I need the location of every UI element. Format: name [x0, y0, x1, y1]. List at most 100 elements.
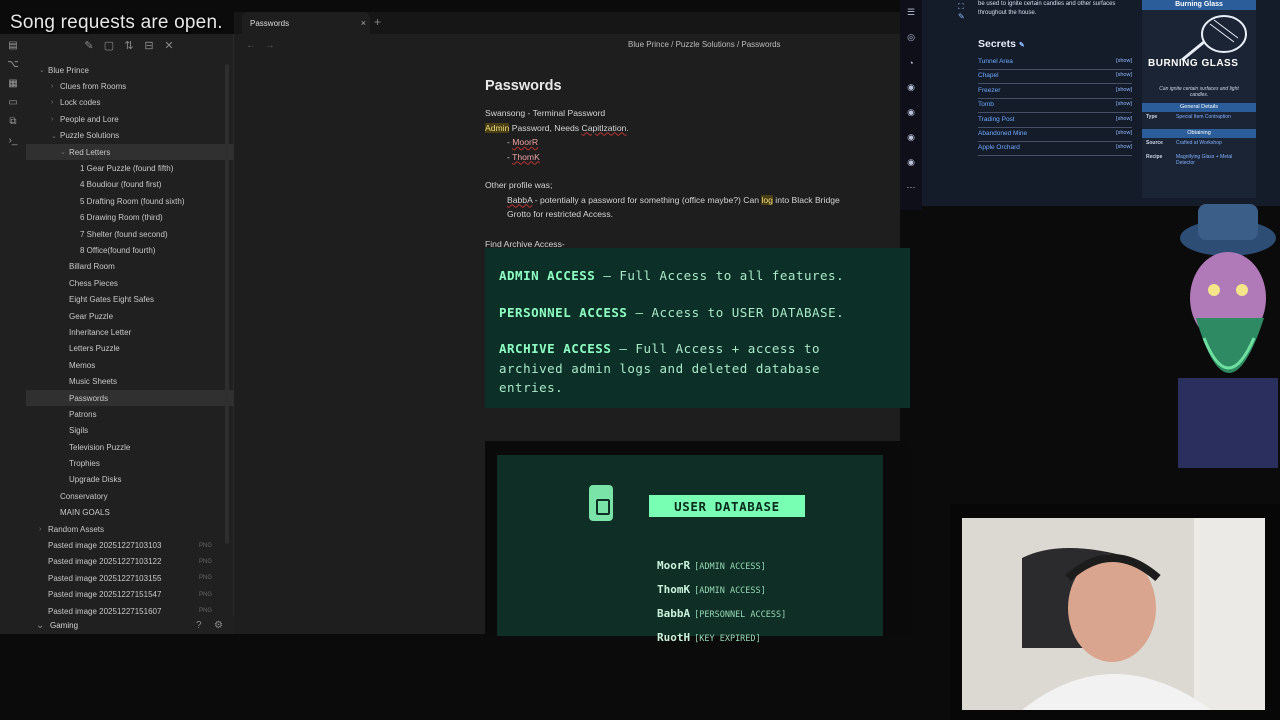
row-value[interactable]: Special Item Contraption — [1176, 114, 1252, 120]
wiki-icon-3[interactable]: ◉ — [900, 125, 922, 150]
explore-icon[interactable]: ◎ — [900, 25, 922, 50]
show-toggle[interactable]: [show] — [1116, 58, 1132, 64]
tree-item[interactable]: 5 Drafting Room (found sixth) — [26, 193, 234, 209]
back-arrow-icon[interactable]: ← — [246, 40, 256, 51]
secret-link[interactable]: Tunnel Area [show] — [978, 58, 1132, 70]
file-type-badge: PNG — [198, 558, 212, 565]
forward-arrow-icon[interactable]: → — [265, 40, 275, 51]
tree-item[interactable]: 8 Office(found fourth) — [26, 242, 234, 258]
tab-passwords[interactable]: Passwords × — [242, 12, 370, 34]
recent-icon[interactable]: ◔ — [900, 50, 922, 75]
row-value[interactable]: Magnifying Glass + Metal Detector — [1176, 154, 1252, 166]
tree-item[interactable]: Pasted image 20251227103155 PNG — [26, 570, 234, 586]
user-access: [PERSONNEL ACCESS] — [694, 610, 787, 620]
wiki-icon-1[interactable]: ◉ — [900, 75, 922, 100]
tree-item[interactable]: Pasted image 20251227151547 PNG — [26, 587, 234, 603]
chevron-down-icon[interactable]: ⌄ — [39, 66, 45, 74]
text-span: - potentially a password for something (… — [532, 194, 762, 205]
tree-item[interactable]: ⌄ Blue Prince — [26, 62, 234, 78]
close-tab-icon[interactable]: × — [361, 18, 366, 28]
tree-item[interactable]: Patrons — [26, 406, 234, 422]
tree-item[interactable]: Gear Puzzle — [26, 308, 234, 324]
tree-item[interactable]: › Clues from Rooms — [26, 78, 234, 94]
chevron-right-icon[interactable]: › — [39, 526, 41, 533]
show-toggle[interactable]: [show] — [1116, 72, 1132, 78]
chevron-right-icon[interactable]: › — [51, 83, 53, 90]
tree-item[interactable]: Eight Gates Eight Safes — [26, 291, 234, 307]
chevron-down-icon[interactable]: ⌄ — [60, 148, 66, 156]
tree-item[interactable]: Pasted image 20251227103103 PNG — [26, 537, 234, 553]
note-line: BabbA - potentially a password for somet… — [485, 193, 911, 208]
infobox-caption: Can ignite certain surfaces and light ca… — [1159, 86, 1239, 98]
help-icon[interactable]: ? — [196, 620, 202, 631]
terminal-icon[interactable]: ›_ — [0, 131, 26, 150]
edit-link-icon[interactable]: ✎ — [1019, 42, 1025, 49]
wiki-tool-icons[interactable]: ⛶ ✎ — [958, 2, 965, 21]
tree-item[interactable]: Conservatory — [26, 488, 234, 504]
more-icon[interactable]: ⋯ — [900, 175, 922, 200]
tree-item[interactable]: › People and Lore — [26, 111, 234, 127]
secret-link[interactable]: Abandoned Mine [show] — [978, 130, 1132, 142]
close-icon[interactable]: ✕ — [162, 38, 176, 52]
tree-item[interactable]: 4 Boudiour (found first) — [26, 177, 234, 193]
tree-item[interactable]: Chess Pieces — [26, 275, 234, 291]
collapse-all-icon[interactable]: ⊟ — [142, 38, 156, 52]
secret-label: Tomb — [978, 101, 994, 109]
tree-item[interactable]: Inheritance Letter — [26, 324, 234, 340]
show-toggle[interactable]: [show] — [1116, 144, 1132, 150]
secret-link[interactable]: Apple Orchard [show] — [978, 144, 1132, 157]
tree-item-label: Eight Gates Eight Safes — [69, 295, 154, 305]
tree-item[interactable]: Passwords — [26, 389, 234, 407]
wiki-icon-4[interactable]: ◉ — [900, 150, 922, 175]
sort-icon[interactable]: ⇅ — [122, 38, 136, 52]
canvas-icon[interactable]: ▦ — [0, 74, 26, 93]
chevron-right-icon[interactable]: › — [51, 116, 53, 123]
tab-label: Passwords — [250, 18, 290, 28]
secret-link[interactable]: Chapel [show] — [978, 72, 1132, 85]
note-content[interactable]: Passwords Swansong - Terminal Password A… — [485, 74, 911, 251]
tree-item[interactable]: MAIN GOALS — [26, 505, 234, 521]
tree-item[interactable]: › Random Assets — [26, 521, 234, 537]
wiki-icon-2[interactable]: ◉ — [900, 100, 922, 125]
tree-item[interactable]: ⌄ Red Letters — [26, 143, 234, 161]
tree-item[interactable]: Pasted image 20251227103122 PNG — [26, 554, 234, 570]
chevron-down-icon[interactable]: ⌄ — [51, 132, 57, 140]
home-icon[interactable]: ☰ — [900, 0, 922, 25]
vault-switcher[interactable]: ⌄ Gaming ? ⚙ — [26, 616, 234, 634]
tree-item[interactable]: › Lock codes — [26, 95, 234, 111]
breadcrumb[interactable]: Blue Prince / Puzzle Solutions / Passwor… — [628, 40, 781, 49]
tree-item[interactable]: ⌄ Puzzle Solutions — [26, 128, 234, 144]
tree-item[interactable]: 7 Shelter (found second) — [26, 226, 234, 242]
tree-item[interactable]: 6 Drawing Room (third) — [26, 210, 234, 226]
show-toggle[interactable]: [show] — [1116, 101, 1132, 107]
tree-item[interactable]: Upgrade Disks — [26, 472, 234, 488]
graph-icon[interactable]: ⌥ — [0, 55, 26, 74]
show-toggle[interactable]: [show] — [1116, 130, 1132, 136]
secret-link[interactable]: Freezer [show] — [978, 87, 1132, 99]
tree-item-label: Upgrade Disks — [69, 475, 122, 485]
explorer-scrollbar[interactable] — [225, 64, 229, 544]
tree-item[interactable]: Memos — [26, 357, 234, 373]
tree-item[interactable]: 1 Gear Puzzle (found fifth) — [26, 160, 234, 176]
vault-name[interactable]: Gaming — [50, 621, 78, 630]
tree-item[interactable]: Letters Puzzle — [26, 341, 234, 357]
secret-link[interactable]: Tomb [show] — [978, 101, 1132, 114]
tree-item[interactable]: Television Puzzle — [26, 439, 234, 455]
calendar-icon[interactable]: ▭ — [0, 93, 26, 112]
tree-item[interactable]: Billard Room — [26, 259, 234, 275]
show-toggle[interactable]: [show] — [1116, 87, 1132, 93]
tree-item[interactable]: Sigils — [26, 423, 234, 439]
new-tab-button[interactable]: + — [374, 15, 381, 29]
tree-item[interactable]: Music Sheets — [26, 373, 234, 389]
templates-icon[interactable]: ⧉ — [0, 112, 26, 131]
files-icon[interactable]: ▤ — [0, 36, 26, 55]
tree-item[interactable]: Trophies — [26, 455, 234, 471]
new-note-icon[interactable]: ✎ — [82, 38, 96, 52]
row-value[interactable]: Crafted at Workshop — [1176, 140, 1252, 146]
new-folder-icon[interactable]: ▢ — [102, 38, 116, 52]
chevron-right-icon[interactable]: › — [51, 99, 53, 106]
tree-item-label: Red Letters — [69, 147, 111, 157]
show-toggle[interactable]: [show] — [1116, 116, 1132, 122]
settings-gear-icon[interactable]: ⚙ — [214, 620, 223, 631]
secret-link[interactable]: Trading Post [show] — [978, 116, 1132, 128]
